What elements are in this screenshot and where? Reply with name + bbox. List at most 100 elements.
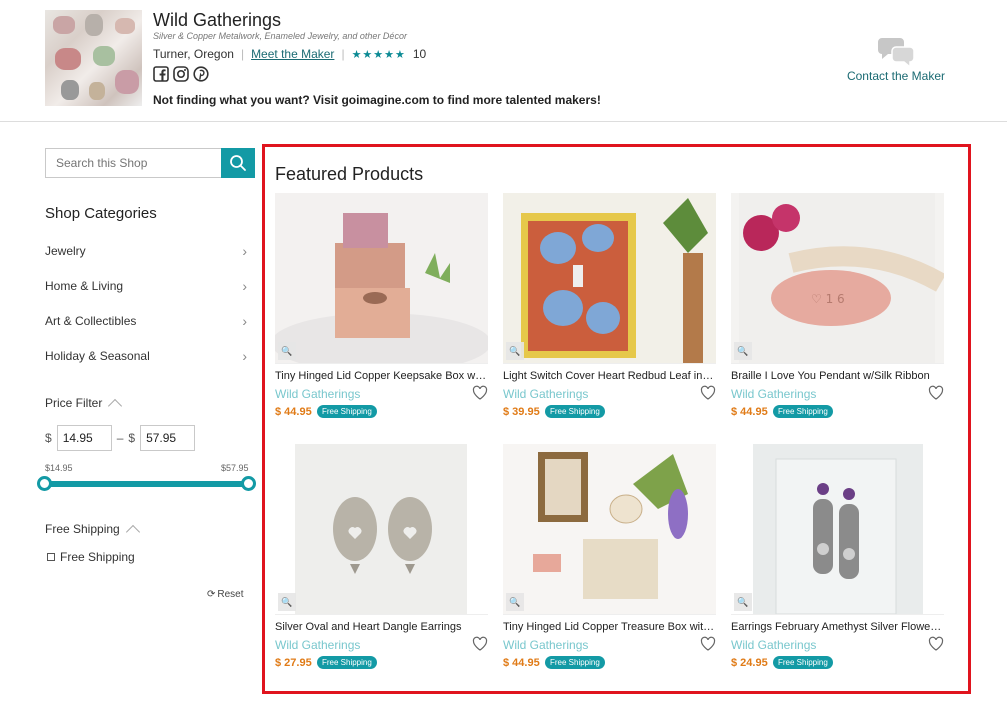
product-shop-link[interactable]: Wild Gatherings — [275, 387, 360, 401]
rating-count: 10 — [412, 47, 427, 61]
shop-meta: Turner, Oregon | Meet the Maker | ★★★★★ … — [153, 47, 426, 61]
search-icon — [230, 155, 246, 171]
heart-icon[interactable] — [472, 636, 488, 652]
facebook-icon[interactable] — [153, 66, 169, 82]
contact-maker-label: Contact the Maker — [846, 69, 946, 83]
price-max-input[interactable] — [140, 425, 196, 451]
product-image[interactable] — [275, 444, 488, 614]
shop-tagline: Silver & Copper Metalwork, Enameled Jewe… — [153, 31, 407, 41]
price-slider-min-handle[interactable] — [37, 476, 52, 491]
category-item-home-living[interactable]: Home & Living › — [45, 268, 247, 303]
product-price: $ 24.95 — [731, 657, 768, 669]
contact-maker-button[interactable]: Contact the Maker — [845, 35, 947, 83]
refresh-icon: ⟳ — [207, 589, 216, 600]
pinterest-icon[interactable] — [193, 66, 209, 82]
heart-icon[interactable] — [700, 636, 716, 652]
product-price: $ 27.95 — [275, 657, 312, 669]
category-item-holiday-seasonal[interactable]: Holiday & Seasonal › — [45, 338, 247, 373]
free-shipping-title: Free Shipping — [45, 522, 120, 536]
product-title[interactable]: Earrings February Amethyst Silver Flower… — [731, 621, 944, 633]
category-label: Home & Living — [45, 278, 124, 293]
product-card[interactable]: 🔍 Earrings February Amethyst Silver Flow… — [731, 444, 944, 679]
search-input[interactable] — [46, 149, 222, 177]
product-card[interactable]: 🔍 Tiny Hinged Lid Copper Keepsake Box wi… — [275, 193, 488, 428]
free-shipping-badge: Free Shipping — [773, 656, 833, 669]
category-label: Holiday & Seasonal — [45, 348, 150, 363]
meet-the-maker-link[interactable]: Meet the Maker — [251, 47, 334, 61]
divider — [731, 363, 944, 364]
chat-bubbles-icon — [876, 35, 916, 69]
zoom-icon[interactable]: 🔍 — [506, 593, 524, 611]
divider — [731, 614, 944, 615]
product-price: $ 44.95 — [731, 406, 768, 418]
product-card[interactable]: 🔍 Silver Oval and Heart Dangle Earrings … — [275, 444, 488, 679]
chevron-right-icon: › — [242, 347, 247, 364]
range-min-label: $14.95 — [45, 463, 73, 473]
price-min-input[interactable] — [56, 425, 112, 451]
product-title[interactable]: Light Switch Cover Heart Redbud Leaf in … — [503, 370, 716, 382]
heart-icon[interactable] — [700, 385, 716, 401]
product-title[interactable]: Braille I Love You Pendant w/Silk Ribbon — [731, 370, 944, 382]
product-shop-link[interactable]: Wild Gatherings — [731, 638, 816, 652]
search-button[interactable] — [221, 148, 255, 178]
free-shipping-badge: Free Shipping — [545, 405, 605, 418]
price-filter-title: Price Filter — [45, 396, 103, 410]
category-label: Jewelry — [45, 243, 86, 258]
product-image[interactable] — [503, 444, 716, 614]
shop-name: Wild Gatherings — [153, 10, 282, 30]
product-shop-link[interactable]: Wild Gatherings — [503, 387, 588, 401]
product-card[interactable]: 🔍 Light Switch Cover Heart Redbud Leaf i… — [503, 193, 716, 428]
divider: | — [240, 47, 245, 61]
shop-header: Wild Gatherings Silver & Copper Metalwor… — [0, 0, 1007, 122]
zoom-icon[interactable]: 🔍 — [734, 342, 752, 360]
zoom-icon[interactable]: 🔍 — [734, 593, 752, 611]
category-item-art-collectibles[interactable]: Art & Collectibles › — [45, 303, 247, 338]
zoom-icon[interactable]: 🔍 — [278, 342, 296, 360]
product-card[interactable]: ♡ 1 6 🔍 Braille I Love You Pendant w/Sil… — [731, 193, 944, 428]
free-shipping-checkbox[interactable]: Free Shipping — [47, 550, 135, 564]
chevron-up-icon — [125, 524, 140, 540]
category-item-jewelry[interactable]: Jewelry › — [45, 233, 247, 268]
social-links — [153, 66, 209, 82]
price-filter-toggle[interactable]: Price Filter — [45, 395, 123, 414]
free-shipping-toggle[interactable]: Free Shipping — [45, 521, 140, 540]
product-image[interactable] — [731, 444, 944, 614]
chevron-up-icon — [108, 398, 123, 414]
product-title[interactable]: Tiny Hinged Lid Copper Keepsake Box with… — [275, 370, 488, 382]
zoom-icon[interactable]: 🔍 — [506, 342, 524, 360]
divider: | — [341, 47, 345, 61]
product-title[interactable]: Tiny Hinged Lid Copper Treasure Box with… — [503, 621, 716, 633]
shop-location: Turner, Oregon — [153, 47, 234, 61]
divider — [503, 363, 716, 364]
not-finding-message: Not finding what you want? Visit goimagi… — [153, 93, 601, 107]
product-shop-link[interactable]: Wild Gatherings — [731, 387, 816, 401]
zoom-icon[interactable]: 🔍 — [278, 593, 296, 611]
heart-icon[interactable] — [928, 636, 944, 652]
divider — [275, 614, 488, 615]
instagram-icon[interactable] — [173, 66, 189, 82]
price-slider-track[interactable] — [44, 481, 248, 487]
rating-stars[interactable]: ★★★★★ — [352, 48, 406, 61]
product-card[interactable]: 🔍 Tiny Hinged Lid Copper Treasure Box wi… — [503, 444, 716, 679]
product-shop-link[interactable]: Wild Gatherings — [275, 638, 360, 652]
svg-text:♡ 1 6: ♡ 1 6 — [811, 292, 845, 306]
product-image[interactable]: ♡ 1 6 — [731, 193, 944, 363]
product-price: $ 39.95 — [503, 406, 540, 418]
reset-button[interactable]: ⟳ Reset — [207, 589, 244, 600]
currency-symbol: $ — [128, 431, 136, 445]
heart-icon[interactable] — [472, 385, 488, 401]
shop-logo-collage[interactable] — [45, 10, 142, 106]
product-image[interactable] — [275, 193, 488, 363]
free-shipping-badge: Free Shipping — [317, 656, 377, 669]
reset-label: Reset — [217, 589, 244, 600]
product-image[interactable] — [503, 193, 716, 363]
free-shipping-label: Free Shipping — [60, 550, 135, 564]
price-slider-max-handle[interactable] — [241, 476, 256, 491]
chevron-right-icon: › — [242, 242, 247, 259]
divider — [503, 614, 716, 615]
heart-icon[interactable] — [928, 385, 944, 401]
product-title[interactable]: Silver Oval and Heart Dangle Earrings — [275, 621, 488, 633]
divider — [275, 363, 488, 364]
product-shop-link[interactable]: Wild Gatherings — [503, 638, 588, 652]
free-shipping-badge: Free Shipping — [545, 656, 605, 669]
